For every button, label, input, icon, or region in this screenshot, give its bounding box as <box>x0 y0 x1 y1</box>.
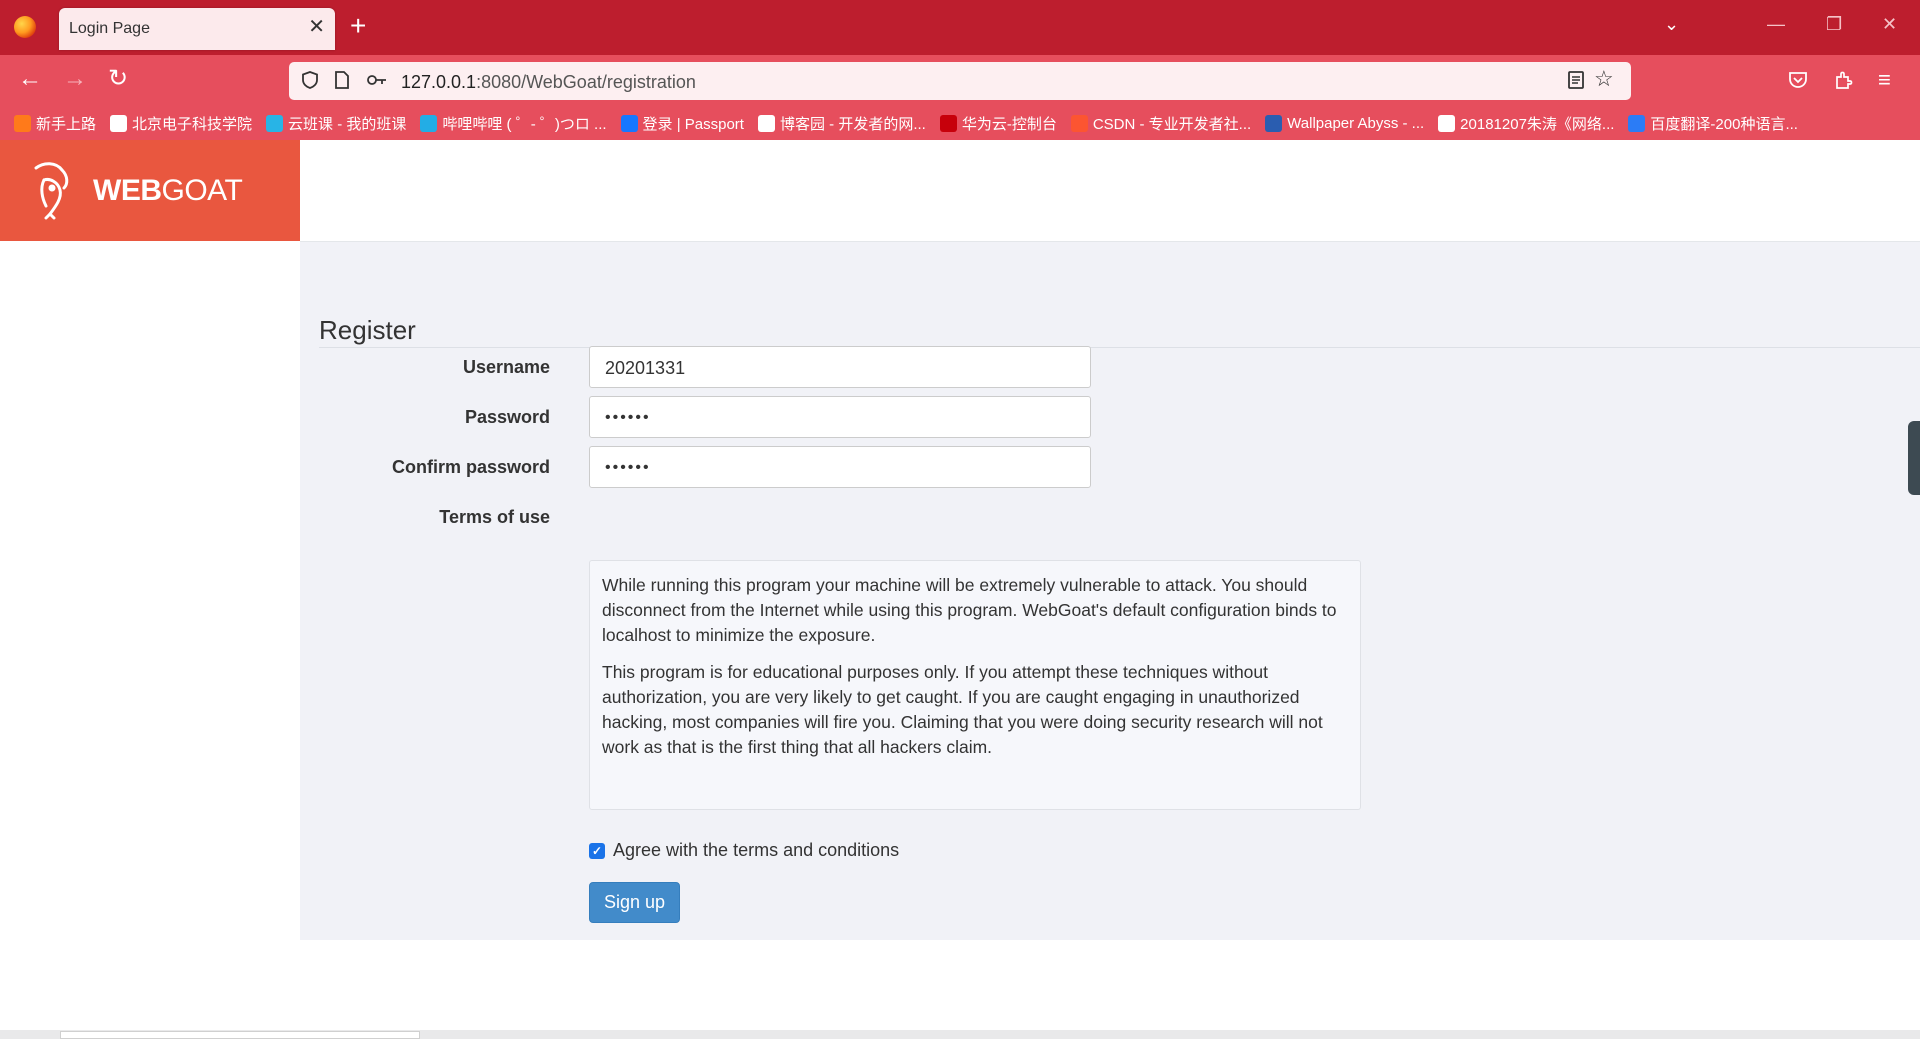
bookmark-favicon-icon <box>266 115 284 132</box>
confirm-password-label: Confirm password <box>391 457 550 477</box>
sign-up-button[interactable]: Sign up <box>589 882 680 923</box>
bookmark-favicon-icon <box>757 115 775 132</box>
username-input[interactable]: 20201331 <box>589 346 1091 388</box>
bookmark-item[interactable]: 华为云-控制台 <box>939 113 1057 134</box>
bookmarks-bar: 新手上路 北京电子科技学院 云班课 - 我的班课 哔哩哔哩 ( ゜- ゜)つロ ...… <box>0 107 1920 140</box>
bookmark-favicon-icon <box>420 115 438 132</box>
bookmark-label: 登录 | Passport <box>642 116 744 133</box>
terms-of-use-box[interactable]: While running this program your machine … <box>589 560 1361 810</box>
taskbar-tab[interactable] <box>60 1031 420 1039</box>
agree-terms-row[interactable]: ✓ Agree with the terms and conditions <box>589 840 899 861</box>
bookmark-label: 新手上路 <box>36 116 97 133</box>
menu-icon[interactable]: ≡ <box>1878 68 1891 92</box>
browser-tab-bar: Login Page ✕ + ⌄ — ❐ ✕ <box>0 0 1920 55</box>
bookmark-item[interactable]: 20181207朱涛《网络... <box>1438 113 1614 134</box>
bookmark-item[interactable]: 新手上路 <box>14 113 96 134</box>
bookmark-label: 北京电子科技学院 <box>132 116 253 133</box>
bookmark-label: 云班课 - 我的班课 <box>288 116 407 133</box>
url-host: 127.0.0.1 <box>401 72 477 92</box>
terms-label: Terms of use <box>439 507 550 527</box>
bookmark-favicon-icon <box>1628 115 1646 132</box>
bookmark-item[interactable]: 百度翻译-200种语言... <box>1628 113 1798 134</box>
brand-light: GOAT <box>161 174 243 207</box>
star-icon[interactable]: ☆ <box>1594 68 1614 90</box>
bookmark-favicon-icon <box>1070 115 1088 132</box>
webgoat-page: WEBGOAT Register Username 20201331 Passw… <box>0 140 1920 1039</box>
bookmark-item[interactable]: 博客园 - 开发者的网... <box>757 113 926 134</box>
key-icon[interactable] <box>366 72 388 88</box>
bookmark-favicon-icon <box>620 115 638 132</box>
firefox-icon[interactable] <box>14 16 36 38</box>
browser-toolbar: ← → ↻ 127.0.0.1:8080/WebGoat/registratio… <box>0 55 1920 107</box>
bookmark-item[interactable]: 云班课 - 我的班课 <box>266 113 406 134</box>
url-path: :8080/WebGoat/registration <box>476 72 696 92</box>
bookmark-item[interactable]: CSDN - 专业开发者社... <box>1070 113 1252 134</box>
close-window-icon[interactable]: ✕ <box>1882 14 1897 35</box>
close-tab-icon[interactable]: ✕ <box>308 17 325 37</box>
address-bar[interactable]: 127.0.0.1:8080/WebGoat/registration ☆ <box>289 62 1631 100</box>
back-arrow-icon[interactable]: ← <box>18 67 42 91</box>
agree-label[interactable]: Agree with the terms and conditions <box>613 840 899 861</box>
title-divider <box>319 347 1920 348</box>
confirm-password-input[interactable]: •••••• <box>589 446 1091 488</box>
reader-view-icon[interactable] <box>1567 70 1585 90</box>
username-label: Username <box>462 357 550 377</box>
chevron-down-icon[interactable]: ⌄ <box>1664 14 1679 35</box>
url-text[interactable]: 127.0.0.1:8080/WebGoat/registration <box>401 72 696 93</box>
main-content: Register Username 20201331 Password ••••… <box>300 242 1920 940</box>
side-scroll-widget[interactable] <box>1908 421 1920 495</box>
brand-bold: WEB <box>93 174 162 207</box>
bookmark-item[interactable]: Wallpaper Abyss - ... <box>1265 115 1424 132</box>
shield-icon[interactable] <box>300 70 320 90</box>
page-title: Register <box>319 315 416 345</box>
browser-tab[interactable]: Login Page ✕ <box>59 8 335 50</box>
bookmark-item[interactable]: 登录 | Passport <box>620 113 744 134</box>
restore-icon[interactable]: ❐ <box>1826 14 1842 35</box>
goat-logo-icon <box>34 162 69 220</box>
extensions-icon[interactable] <box>1833 69 1855 91</box>
bookmark-favicon-icon <box>110 115 128 132</box>
bookmark-item[interactable]: 哔哩哔哩 ( ゜- ゜)つロ ... <box>420 113 607 134</box>
reload-icon[interactable]: ↻ <box>108 67 128 91</box>
bookmark-favicon-icon <box>1438 115 1456 132</box>
bookmark-favicon-icon <box>939 115 957 132</box>
brand-name: WEBGOAT <box>93 174 243 208</box>
bookmark-label: Wallpaper Abyss - ... <box>1287 115 1425 132</box>
tab-title: Login Page <box>69 20 150 37</box>
terms-paragraph-2: This program is for educational purposes… <box>602 662 1323 757</box>
minimize-icon[interactable]: — <box>1767 14 1785 35</box>
bookmark-label: 博客园 - 开发者的网... <box>779 116 926 133</box>
bookmark-item[interactable]: 北京电子科技学院 <box>110 113 252 134</box>
terms-paragraph-1: While running this program your machine … <box>602 575 1337 645</box>
password-label: Password <box>464 407 550 427</box>
bookmark-favicon-icon <box>1265 115 1283 132</box>
password-input[interactable]: •••••• <box>589 396 1091 438</box>
bookmark-label: 华为云-控制台 <box>961 116 1057 133</box>
bookmark-label: 百度翻译-200种语言... <box>1650 116 1798 133</box>
forward-arrow-icon[interactable]: → <box>63 67 87 91</box>
bookmark-label: 哔哩哔哩 ( ゜- ゜)つロ ... <box>442 116 607 133</box>
pocket-icon[interactable] <box>1787 70 1809 90</box>
agree-checkbox[interactable]: ✓ <box>589 842 605 859</box>
bookmark-label: CSDN - 专业开发者社... <box>1092 116 1252 133</box>
bookmark-favicon-icon <box>14 115 31 132</box>
webgoat-logo[interactable]: WEBGOAT <box>0 140 300 241</box>
bookmark-label: 20181207朱涛《网络... <box>1460 116 1615 133</box>
new-tab-icon[interactable]: + <box>350 12 366 40</box>
page-icon[interactable] <box>333 70 351 90</box>
